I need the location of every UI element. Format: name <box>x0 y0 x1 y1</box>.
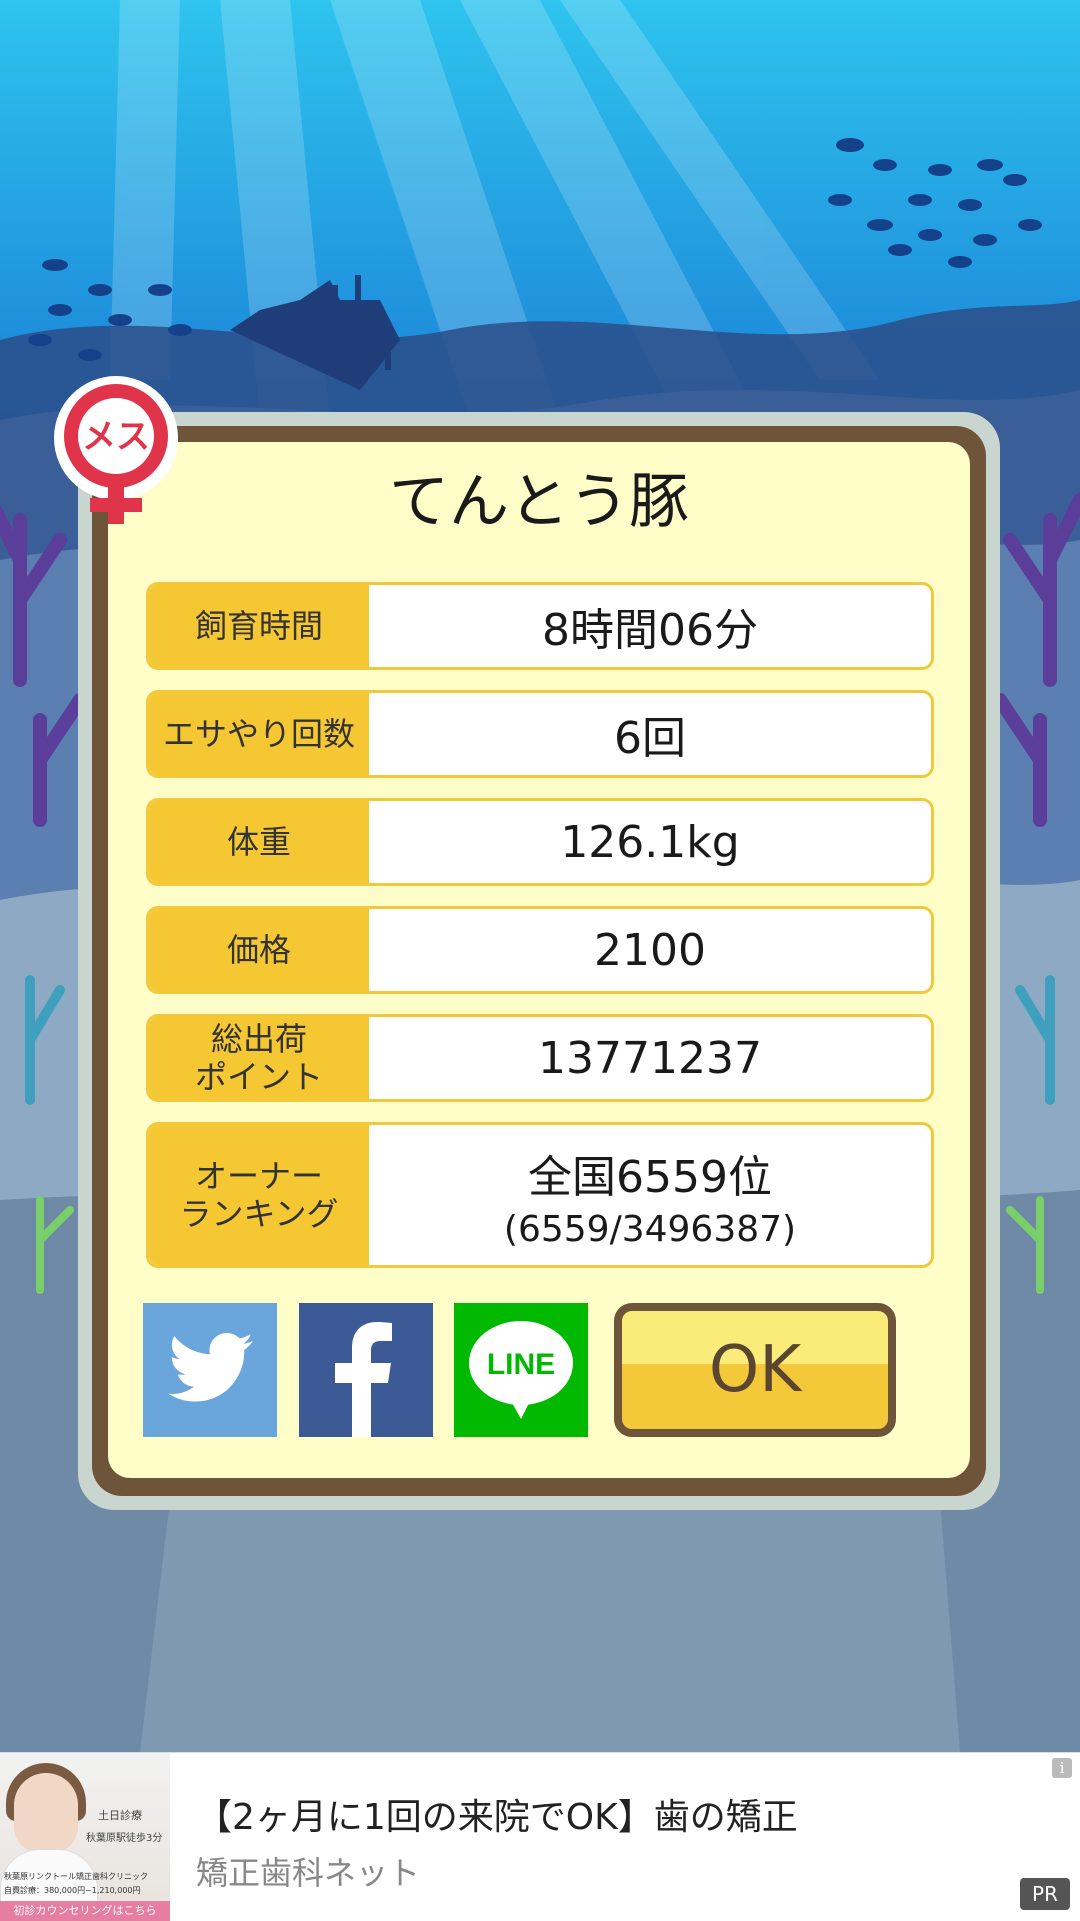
ad-image-text: 自費診療：380,000円~1,210,000円 <box>4 1886 141 1895</box>
twitter-icon <box>168 1333 253 1402</box>
share-facebook-button[interactable] <box>299 1303 433 1437</box>
stat-row-price: 価格 2100 <box>146 906 934 994</box>
stat-label: 飼育時間 <box>149 585 369 667</box>
share-twitter-button[interactable] <box>143 1303 277 1437</box>
stat-row-weight: 体重 126.1kg <box>146 798 934 886</box>
stat-value-text: 6回 <box>614 713 686 764</box>
stat-row-total-points: 総出荷 ポイント 13771237 <box>146 1014 934 1102</box>
ad-advertiser[interactable]: 矯正歯科ネット <box>196 1848 420 1894</box>
ranking-detail: (6559/3496387) <box>503 1208 797 1250</box>
stat-label: 総出荷 ポイント <box>149 1017 369 1099</box>
ok-button[interactable]: OK <box>614 1303 896 1437</box>
stat-label: 体重 <box>149 801 369 883</box>
stat-value-text: 2100 <box>594 924 706 976</box>
facebook-icon <box>335 1322 392 1437</box>
stat-label: オーナー ランキング <box>149 1125 369 1265</box>
stat-label: エサやり回数 <box>149 693 369 775</box>
stat-value: 6回 <box>369 693 931 775</box>
ad-image-text: 秋葉原駅徒歩3分 <box>86 1833 163 1844</box>
pig-name: てんとう豚 <box>389 467 689 537</box>
stat-value-text: 13771237 <box>538 1032 762 1084</box>
gender-badge-text: メス <box>82 417 150 457</box>
stat-value-text: 126.1kg <box>560 816 740 868</box>
stat-value: 8時間06分 <box>369 585 931 667</box>
ad-image-text: 秋葉原リンクトール矯正歯科クリニック <box>4 1872 148 1881</box>
ad-cta[interactable]: 初診カウンセリングはこちら <box>0 1901 170 1921</box>
stat-label: 価格 <box>149 909 369 991</box>
stat-row-breeding-time: 飼育時間 8時間06分 <box>146 582 934 670</box>
ad-photo-face <box>14 1773 78 1853</box>
stat-value: 13771237 <box>369 1017 931 1099</box>
stat-value: 126.1kg <box>369 801 931 883</box>
ad-info-icon[interactable]: i <box>1052 1758 1072 1778</box>
share-line-button[interactable]: LINE <box>454 1303 588 1437</box>
stat-row-feed-count: エサやり回数 6回 <box>146 690 934 778</box>
stat-value: 全国6559位 (6559/3496387) <box>369 1125 931 1265</box>
stat-row-owner-ranking: オーナー ランキング 全国6559位 (6559/3496387) <box>146 1122 934 1268</box>
ad-title[interactable]: 【2ヶ月に1回の来院でOK】歯の矯正 <box>196 1788 798 1840</box>
ranking-value: 全国6559位 <box>528 1151 772 1203</box>
stat-value-text: 8時間06分 <box>542 605 758 656</box>
ad-pr-badge: PR <box>1020 1878 1070 1910</box>
line-icon: LINE <box>469 1321 573 1419</box>
ad-image[interactable]: 土日診療 秋葉原駅徒歩3分 秋葉原リンクトール矯正歯科クリニック 自費診療：38… <box>0 1753 170 1921</box>
line-icon-label: LINE <box>487 1348 555 1381</box>
stat-value: 2100 <box>369 909 931 991</box>
ad-image-text: 土日診療 <box>98 1809 142 1822</box>
